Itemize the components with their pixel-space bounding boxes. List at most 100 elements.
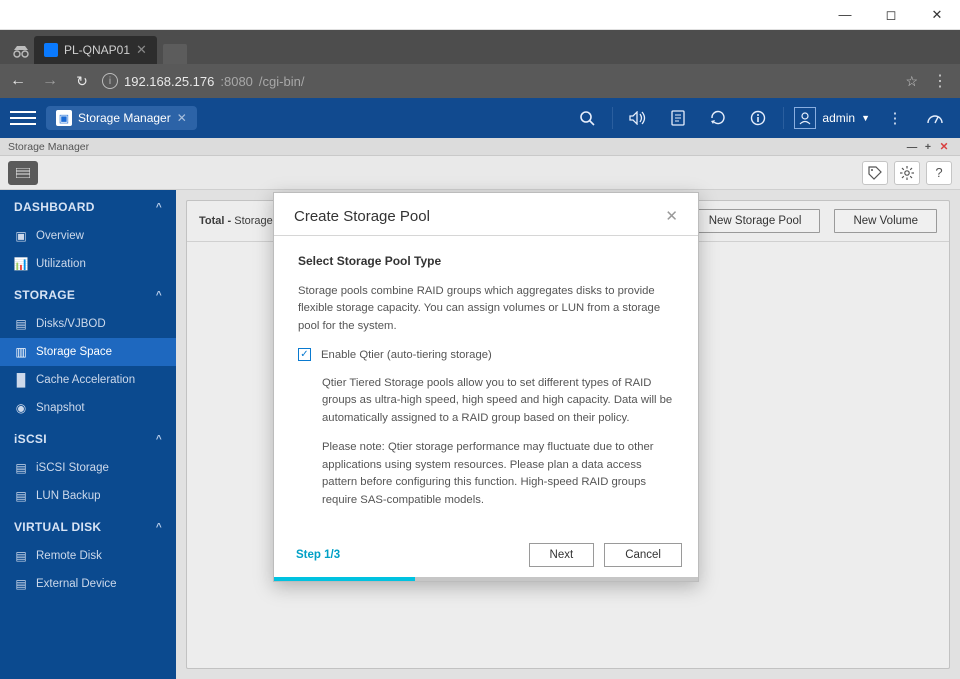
browser-menu-button[interactable]: ⋮ xyxy=(926,71,954,91)
total-label: Total - xyxy=(199,215,231,227)
new-tab-button[interactable] xyxy=(163,44,187,64)
user-label: admin xyxy=(822,111,855,125)
site-info-icon[interactable]: i xyxy=(102,73,118,89)
sidebar-item-overview[interactable]: ▣ Overview xyxy=(0,222,176,250)
modal-close-icon[interactable]: ✕ xyxy=(665,207,678,225)
subwin-minimize-button[interactable]: — xyxy=(904,141,920,153)
section-label: DASHBOARD xyxy=(14,200,95,214)
os-maximize-button[interactable]: ◻ xyxy=(868,0,914,30)
dashboard-icon[interactable] xyxy=(920,103,950,133)
utilization-icon: 📊 xyxy=(14,257,28,271)
toolbar-gear-button[interactable] xyxy=(894,161,920,185)
bookmark-star-icon[interactable]: ☆ xyxy=(905,73,918,90)
more-icon[interactable]: ⋮ xyxy=(880,103,910,133)
sidebar-item-utilization[interactable]: 📊 Utilization xyxy=(0,250,176,278)
notes-icon[interactable] xyxy=(663,103,693,133)
sidebar-item-label: External Device xyxy=(36,578,117,590)
sidebar-section-storage[interactable]: STORAGE ^ xyxy=(0,278,176,310)
chevron-down-icon: ▼ xyxy=(861,113,870,123)
toolbar-tag-button[interactable] xyxy=(862,161,888,185)
sidebar-item-remote-disk[interactable]: ▤ Remote Disk xyxy=(0,542,176,570)
new-volume-button[interactable]: New Volume xyxy=(834,209,937,233)
browser-tabstrip: PL-QNAP01 ✕ xyxy=(0,30,960,64)
favicon-icon xyxy=(44,43,58,57)
disk-icon: ▤ xyxy=(14,317,28,331)
sidebar-section-virtual-disk[interactable]: VIRTUAL DISK ^ xyxy=(0,510,176,542)
sidebar-item-label: Disks/VJBOD xyxy=(36,318,106,330)
new-storage-pool-button[interactable]: New Storage Pool xyxy=(690,209,821,233)
modal-subtitle: Select Storage Pool Type xyxy=(298,252,674,271)
sidebar-item-label: Utilization xyxy=(36,258,86,270)
create-storage-pool-modal: Create Storage Pool ✕ Select Storage Poo… xyxy=(273,192,699,582)
toolbar-help-button[interactable]: ? xyxy=(926,161,952,185)
volume-icon[interactable] xyxy=(623,103,653,133)
sidebar-item-storage-space[interactable]: ▥ Storage Space xyxy=(0,338,176,366)
section-label: iSCSI xyxy=(14,432,47,446)
subwin-close-button[interactable]: ✕ xyxy=(936,141,952,153)
cancel-button[interactable]: Cancel xyxy=(604,543,682,567)
sidebar-item-snapshot[interactable]: ◉ Snapshot xyxy=(0,394,176,422)
search-icon[interactable] xyxy=(572,103,602,133)
app-tab-close-icon[interactable]: ✕ xyxy=(177,111,187,125)
storage-icon: ▥ xyxy=(14,345,28,359)
step-progress-bar xyxy=(274,577,698,581)
sidebar-item-external-device[interactable]: ▤ External Device xyxy=(0,570,176,598)
next-button[interactable]: Next xyxy=(529,543,595,567)
chevron-up-icon: ^ xyxy=(156,434,162,445)
step-indicator: Step 1/3 xyxy=(296,549,340,561)
info-icon[interactable] xyxy=(743,103,773,133)
back-button[interactable]: ← xyxy=(6,72,30,90)
os-window-titlebar: — ◻ ✕ xyxy=(0,0,960,30)
chevron-up-icon: ^ xyxy=(156,290,162,301)
incognito-icon xyxy=(8,46,34,64)
sidebar-item-label: Overview xyxy=(36,230,84,242)
overview-icon: ▣ xyxy=(14,229,28,243)
app-tab-storage-manager[interactable]: ▣ Storage Manager ✕ xyxy=(46,106,197,130)
subwindow-titlebar: Storage Manager — + ✕ xyxy=(0,138,960,156)
qnap-top-bar: ▣ Storage Manager ✕ admin ▼ ⋮ xyxy=(0,98,960,138)
modal-title: Create Storage Pool xyxy=(294,208,430,225)
browser-tab-title: PL-QNAP01 xyxy=(64,43,130,57)
section-label: VIRTUAL DISK xyxy=(14,520,101,534)
snapshot-icon: ◉ xyxy=(14,401,28,415)
os-minimize-button[interactable]: — xyxy=(822,0,868,30)
browser-url-bar: ← → ↻ i 192.168.25.176:8080/cgi-bin/ ☆ ⋮ xyxy=(0,64,960,98)
iscsi-icon: ▤ xyxy=(14,461,28,475)
forward-button[interactable]: → xyxy=(38,72,62,90)
os-close-button[interactable]: ✕ xyxy=(914,0,960,30)
refresh-icon[interactable] xyxy=(703,103,733,133)
modal-footer: Step 1/3 Next Cancel xyxy=(274,533,698,581)
qtier-note: Please note: Qtier storage performance m… xyxy=(322,439,674,509)
os-window-controls: — ◻ ✕ xyxy=(822,0,960,30)
modal-header: Create Storage Pool ✕ xyxy=(274,193,698,236)
qtier-description: Qtier Tiered Storage pools allow you to … xyxy=(322,375,674,428)
subwin-maximize-button[interactable]: + xyxy=(920,141,936,153)
checkbox-label: Enable Qtier (auto-tiering storage) xyxy=(321,347,492,365)
external-icon: ▤ xyxy=(14,577,28,591)
reload-button[interactable]: ↻ xyxy=(70,73,94,90)
checkbox-checked-icon[interactable]: ✓ xyxy=(298,348,311,361)
sidebar-item-disks[interactable]: ▤ Disks/VJBOD xyxy=(0,310,176,338)
sidebar-section-iscsi[interactable]: iSCSI ^ xyxy=(0,422,176,454)
progress-fill xyxy=(274,577,415,581)
lun-icon: ▤ xyxy=(14,489,28,503)
app-icon: ▣ xyxy=(56,110,72,126)
cache-icon: █ xyxy=(14,373,28,387)
url-port: :8080 xyxy=(220,74,253,89)
url-host: 192.168.25.176 xyxy=(124,74,214,89)
browser-tab[interactable]: PL-QNAP01 ✕ xyxy=(34,36,157,64)
sidebar-item-cache-accel[interactable]: █ Cache Acceleration xyxy=(0,366,176,394)
sm-toolbar: ? xyxy=(0,156,960,190)
enable-qtier-row[interactable]: ✓ Enable Qtier (auto-tiering storage) xyxy=(298,347,674,365)
hamburger-button[interactable] xyxy=(10,105,36,131)
tab-close-icon[interactable]: ✕ xyxy=(136,42,147,58)
toolbar-view-button[interactable] xyxy=(8,161,38,185)
sidebar-section-dashboard[interactable]: DASHBOARD ^ xyxy=(0,190,176,222)
sidebar-item-lun-backup[interactable]: ▤ LUN Backup xyxy=(0,482,176,510)
section-label: STORAGE xyxy=(14,288,75,302)
subwindow-title: Storage Manager xyxy=(8,141,89,153)
sidebar-item-iscsi-storage[interactable]: ▤ iSCSI Storage xyxy=(0,454,176,482)
address-field[interactable]: i 192.168.25.176:8080/cgi-bin/ xyxy=(102,73,897,89)
sidebar-item-label: Snapshot xyxy=(36,402,85,414)
user-menu[interactable]: admin ▼ xyxy=(794,107,870,129)
